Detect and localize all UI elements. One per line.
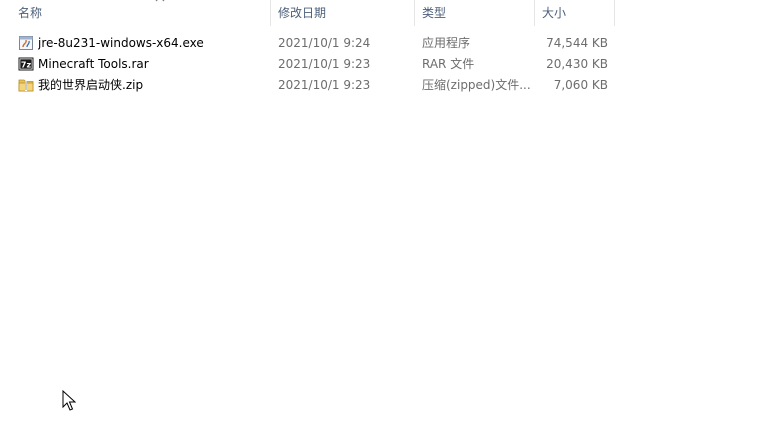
file-row[interactable]: jre-8u231-windows-x64.exe 2021/10/1 9:24… xyxy=(0,33,766,54)
sort-ascending-icon xyxy=(155,0,165,2)
mouse-pointer-icon xyxy=(62,390,76,411)
column-header-modified[interactable]: 修改日期 xyxy=(278,0,414,26)
file-type: 压缩(zipped)文件... xyxy=(422,78,531,92)
column-header-type[interactable]: 类型 xyxy=(422,0,534,26)
file-size: 74,544 KB xyxy=(546,36,608,50)
column-header-modified-label: 修改日期 xyxy=(278,6,327,20)
file-size: 20,430 KB xyxy=(546,57,608,71)
column-header-size[interactable]: 大小 xyxy=(542,0,614,26)
column-header-type-label: 类型 xyxy=(422,6,447,20)
file-type: RAR 文件 xyxy=(422,57,475,71)
file-explorer-view: 名称 修改日期 类型 大小 jre-8u231-windows-x64.exe … xyxy=(0,0,766,434)
file-name: 我的世界启动侠.zip xyxy=(38,78,144,92)
column-header-name[interactable]: 名称 xyxy=(18,0,270,26)
column-divider[interactable] xyxy=(614,0,615,26)
file-row[interactable]: 我的世界启动侠.zip 2021/10/1 9:23 压缩(zipped)文件.… xyxy=(0,75,766,96)
svg-text:7z: 7z xyxy=(21,60,32,69)
file-name: Minecraft Tools.rar xyxy=(38,57,149,71)
file-size: 7,060 KB xyxy=(553,78,608,92)
7zip-archive-icon: 7z xyxy=(18,57,34,71)
exe-file-icon xyxy=(19,36,33,50)
column-divider[interactable] xyxy=(534,0,535,26)
file-modified: 2021/10/1 9:23 xyxy=(278,78,371,92)
column-header-bar: 名称 修改日期 类型 大小 xyxy=(0,0,766,26)
zip-folder-icon xyxy=(18,79,34,92)
column-header-size-label: 大小 xyxy=(542,6,567,20)
file-modified: 2021/10/1 9:23 xyxy=(278,57,371,71)
file-name: jre-8u231-windows-x64.exe xyxy=(38,36,204,50)
column-divider[interactable] xyxy=(414,0,415,26)
file-modified: 2021/10/1 9:24 xyxy=(278,36,371,50)
file-type: 应用程序 xyxy=(422,36,471,50)
file-row[interactable]: 7z Minecraft Tools.rar 2021/10/1 9:23 RA… xyxy=(0,54,766,75)
column-divider[interactable] xyxy=(270,0,271,26)
column-header-name-label: 名称 xyxy=(18,6,43,20)
